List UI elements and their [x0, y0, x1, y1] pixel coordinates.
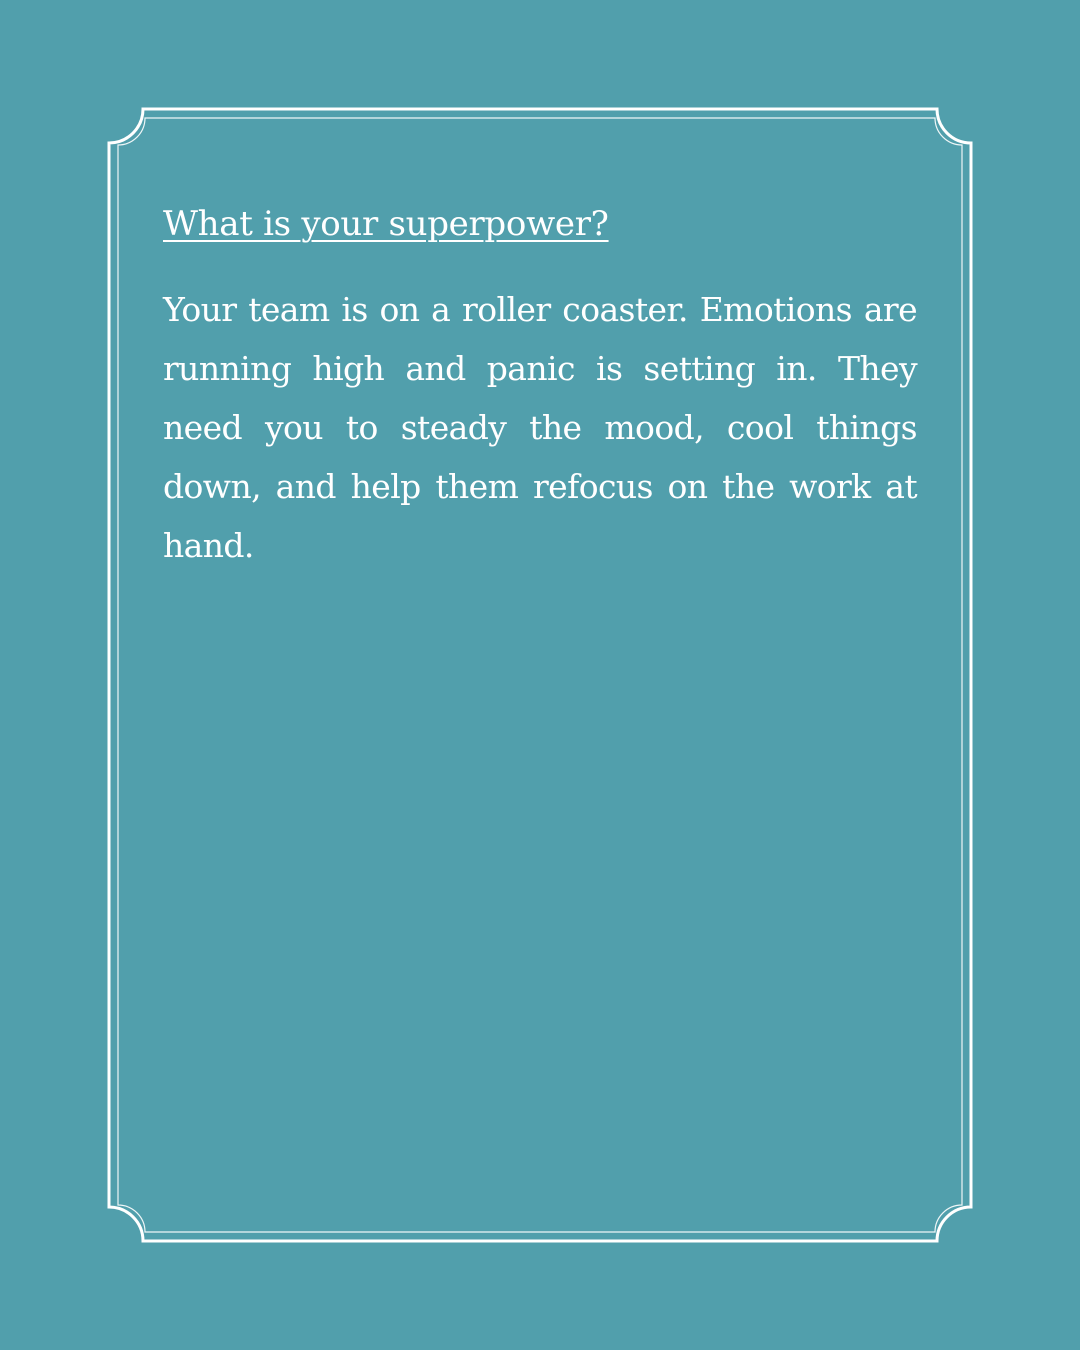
card-heading: What is your superpower?	[163, 204, 609, 244]
card-body-text: Your team is on a roller coaster. Emotio…	[163, 290, 918, 565]
card-content: What is your superpower? Your team is on…	[163, 198, 918, 575]
